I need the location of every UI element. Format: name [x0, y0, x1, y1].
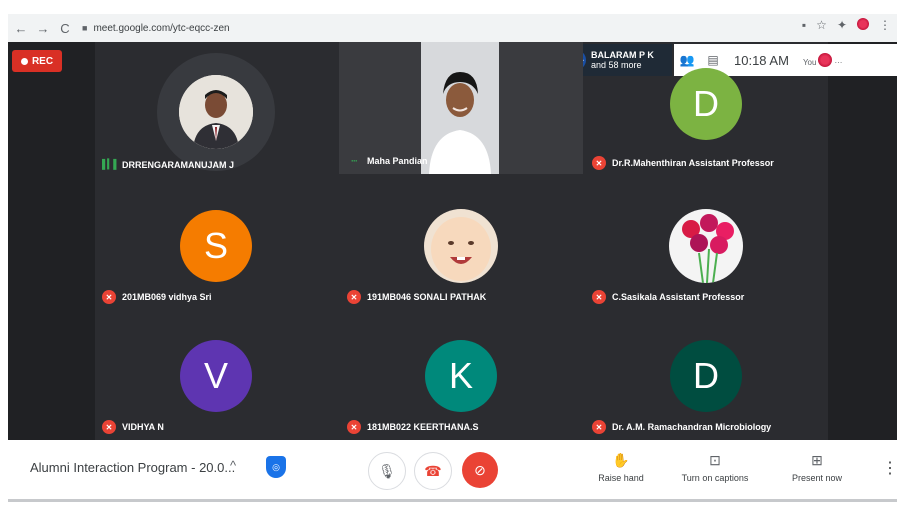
taskbar-strip — [8, 499, 897, 502]
raise-hand-label: Raise hand — [598, 473, 644, 483]
participant-name-row: ▌▎▌ DRRENGARAMANUJAM J — [102, 159, 234, 170]
participant-name-row: ✕ VIDHYA N — [102, 420, 164, 434]
meeting-controls-bar: Alumni Interaction Program - 20.0... ^ ◎… — [8, 440, 897, 502]
participant-avatar: D — [670, 68, 742, 140]
url-text: meet.google.com/ytc-eqcc-zen — [93, 22, 230, 34]
participant-tile[interactable]: ✕ C.Sasikala Assistant Professor — [586, 180, 826, 310]
participant-name: Dr. A.M. Ramachandran Microbiology — [612, 422, 772, 432]
mic-off-icon: ✕ — [347, 420, 361, 434]
microphone-button[interactable]: 🎙 — [368, 452, 406, 490]
video-feed — [421, 42, 499, 174]
speaking-icon: ··· — [351, 156, 358, 166]
participant-name: C.Sasikala Assistant Professor — [612, 292, 745, 302]
avatar-initial: D — [693, 355, 719, 396]
lock-icon: ■ — [82, 23, 88, 33]
participant-photo — [424, 209, 498, 283]
participant-avatar: S — [180, 210, 252, 282]
participant-tile[interactable]: D ✕ Dr. A.M. Ramachandran Microbiology — [586, 310, 826, 440]
mic-off-icon: ✕ — [347, 290, 361, 304]
browser-actions: ▪ ☆ ✦ ⋮ — [802, 18, 891, 33]
captions-button[interactable]: ⊡ Turn on captions — [670, 452, 760, 483]
camera-toggle-button[interactable]: ⊘ — [462, 452, 498, 488]
participant-tile[interactable]: S ✕ 201MB069 vidhya Sri — [96, 180, 336, 310]
browser-menu-icon[interactable]: ⋮ — [879, 18, 891, 33]
participant-name-row: ✕ 201MB069 vidhya Sri — [102, 290, 212, 304]
present-screen-icon: ⊞ — [811, 452, 823, 468]
participant-name-row: ··· Maha Pandian — [347, 156, 428, 166]
camera-blocked-icon[interactable]: ▪ — [802, 18, 806, 33]
forward-icon[interactable]: → — [34, 21, 52, 36]
speaking-icon: ▌▎▌ — [102, 159, 120, 169]
record-dot-icon — [20, 57, 28, 65]
participant-tile[interactable]: K ✕ 181MB022 KEERTHANA.S — [341, 310, 581, 440]
captions-icon: ⊡ — [709, 452, 721, 468]
mic-off-icon: ✕ — [592, 420, 606, 434]
back-icon[interactable]: ← — [12, 21, 30, 36]
participant-name-row: ✕ Dr.R.Mahenthiran Assistant Professor — [592, 156, 774, 170]
participant-tile[interactable]: ✕ 191MB046 SONALI PATHAK — [341, 180, 581, 310]
leave-call-button[interactable]: ☎ — [414, 452, 452, 490]
browser-toolbar: ← → C ■ meet.google.com/ytc-eqcc-zen ▪ ☆… — [8, 14, 897, 42]
hang-up-icon: ☎ — [424, 462, 442, 479]
self-more-icon[interactable]: ··· — [834, 58, 842, 67]
extensions-icon[interactable]: ✦ — [837, 18, 847, 33]
participant-tile[interactable]: V ✕ VIDHYA N — [96, 310, 336, 440]
screen-frame: ← → C ■ meet.google.com/ytc-eqcc-zen ▪ ☆… — [8, 14, 897, 502]
chevron-up-icon[interactable]: ^ — [230, 458, 236, 473]
avatar-initial: S — [203, 225, 228, 266]
rec-label: REC — [31, 55, 54, 67]
mic-off-icon: ✕ — [102, 290, 116, 304]
star-icon[interactable]: ☆ — [816, 18, 827, 33]
raise-hand-button[interactable]: ✋ Raise hand — [576, 452, 666, 483]
meeting-stage: REC BALA BALARAM P K and 58 more 👥 ▤ 10:… — [8, 42, 897, 440]
participant-video-tile[interactable]: ··· Maha Pandian — [339, 42, 583, 174]
participant-photo — [669, 209, 743, 283]
participant-avatar: V — [180, 340, 252, 412]
profile-avatar[interactable] — [857, 18, 869, 33]
mic-off-icon: ✕ — [102, 420, 116, 434]
participant-name: Maha Pandian — [367, 156, 428, 166]
present-label: Present now — [791, 473, 843, 483]
participant-name-row: ✕ C.Sasikala Assistant Professor — [592, 290, 744, 304]
avatar-initial: D — [693, 83, 719, 124]
recording-badge: REC — [12, 50, 62, 72]
participant-name: 191MB046 SONALI PATHAK — [367, 292, 487, 302]
mic-off-icon: ✕ — [592, 290, 606, 304]
participant-name-row: ✕ 181MB022 KEERTHANA.S — [347, 420, 479, 434]
microphone-icon: 🎙 — [378, 462, 396, 479]
mic-off-icon: ✕ — [592, 156, 606, 170]
more-options-icon[interactable]: ⋮ — [882, 458, 897, 478]
participant-name: 181MB022 KEERTHANA.S — [367, 422, 479, 432]
participant-name: 201MB069 vidhya Sri — [122, 292, 212, 302]
participant-tile[interactable]: D ✕ Dr.R.Mahenthiran Assistant Professor — [586, 46, 826, 176]
participant-tile[interactable]: ▌▎▌ DRRENGARAMANUJAM J — [96, 46, 336, 176]
meeting-title[interactable]: Alumni Interaction Program - 20.0... — [30, 460, 235, 475]
present-now-button[interactable]: ⊞ Present now — [772, 452, 862, 483]
avatar-initial: K — [448, 355, 473, 396]
participant-avatar: K — [425, 340, 497, 412]
camera-off-icon: ⊘ — [474, 461, 486, 478]
captions-label: Turn on captions — [681, 473, 749, 483]
participant-name: DRRENGARAMANUJAM J — [122, 159, 235, 170]
participant-name: Dr.R.Mahenthiran Assistant Professor — [612, 158, 774, 168]
participant-name-row: ✕ Dr. A.M. Ramachandran Microbiology — [592, 420, 771, 434]
meeting-safety-icon[interactable]: ◎ — [266, 456, 286, 478]
participant-avatar: D — [670, 340, 742, 412]
participant-name: VIDHYA N — [122, 422, 164, 432]
hand-icon: ✋ — [612, 452, 630, 468]
participant-photo — [179, 75, 253, 149]
participant-name-row: ✕ 191MB046 SONALI PATHAK — [347, 290, 486, 304]
avatar-initial: V — [203, 355, 228, 396]
reload-icon[interactable]: C — [56, 21, 74, 36]
address-bar[interactable]: ■ meet.google.com/ytc-eqcc-zen — [82, 18, 782, 38]
